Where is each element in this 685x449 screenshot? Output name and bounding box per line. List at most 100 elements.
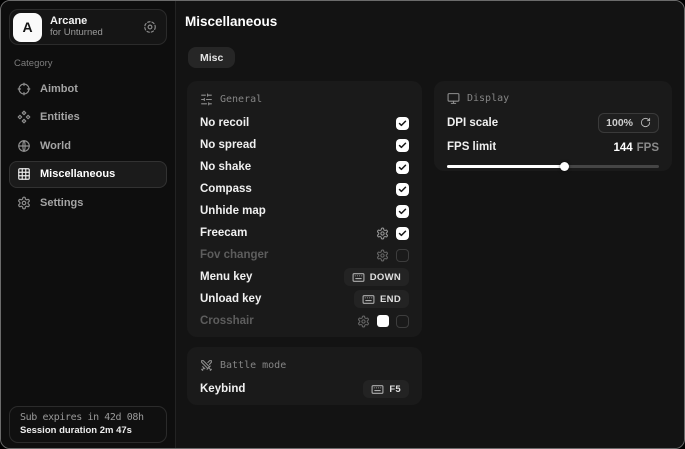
crosshair-icon (17, 82, 31, 96)
keybind-button[interactable]: END (354, 290, 409, 308)
setting-row-unload-key: Unload key END (200, 288, 409, 310)
general-panel-title: General (220, 94, 262, 105)
battle-rows: KeybindF5 (200, 378, 409, 400)
sidebar-item-settings[interactable]: Settings (9, 189, 167, 216)
fps-limit-value-group: 144 FPS (613, 138, 659, 156)
setting-row-no-recoil: No recoil (200, 112, 409, 134)
checkbox-checked[interactable] (396, 117, 409, 130)
setting-controls (396, 139, 409, 152)
globe-icon (17, 139, 31, 153)
display-panel: Display DPI scale 100% FPS limit 144 FPS (434, 81, 672, 171)
dpi-scale-input[interactable]: 100% (598, 113, 659, 133)
keyboard-icon (352, 271, 365, 284)
sidebar-item-label: Miscellaneous (40, 168, 115, 180)
setting-label: No shake (200, 161, 251, 173)
sidebar-item-miscellaneous[interactable]: Miscellaneous (9, 161, 167, 188)
sidebar-item-world[interactable]: World (9, 132, 167, 159)
logo-letter: A (22, 19, 32, 35)
checkbox-unchecked[interactable] (396, 315, 409, 328)
setting-row-freecam: Freecam (200, 222, 409, 244)
sidebar-item-label: World (40, 140, 71, 152)
sidebar-item-aimbot[interactable]: Aimbot (9, 75, 167, 102)
fps-limit-unit: FPS (637, 142, 659, 154)
setting-row-unhide-map: Unhide map (200, 200, 409, 222)
refresh-icon[interactable] (640, 117, 651, 128)
dpi-scale-value: 100% (606, 117, 633, 129)
fps-limit-label: FPS limit (447, 141, 496, 153)
checkbox-checked[interactable] (396, 183, 409, 196)
setting-label: Freecam (200, 227, 247, 239)
gear-icon[interactable] (376, 227, 389, 240)
setting-label: Fov changer (200, 249, 268, 261)
setting-controls (376, 227, 409, 240)
app-window: A Arcane for Unturned Category Aimbot Ent… (0, 0, 685, 449)
keybind-button[interactable]: F5 (363, 380, 409, 398)
general-panel: General No recoil No spread No shake Compas… (187, 81, 422, 337)
sidebar-menu: Aimbot Entities World Miscellaneous Settings (1, 75, 175, 216)
page-title: Miscellaneous (185, 14, 277, 29)
fps-limit-slider[interactable] (447, 161, 659, 171)
brand-title: Arcane (50, 15, 133, 28)
setting-label: Menu key (200, 271, 252, 283)
setting-row-no-shake: No shake (200, 156, 409, 178)
setting-label: Compass (200, 183, 252, 195)
display-panel-header: Display (447, 89, 659, 107)
main-content: Miscellaneous Misc General No recoil No s… (177, 1, 684, 448)
setting-controls: F5 (363, 380, 409, 398)
setting-label: Unhide map (200, 205, 266, 217)
checkbox-checked[interactable] (396, 139, 409, 152)
checkbox-unchecked[interactable] (396, 249, 409, 262)
setting-controls (357, 315, 409, 328)
setting-row-fov-changer: Fov changer (200, 244, 409, 266)
checkbox-checked[interactable] (396, 227, 409, 240)
display-panel-title: Display (467, 93, 509, 104)
checkbox-checked[interactable] (396, 161, 409, 174)
keybind-value: F5 (389, 384, 401, 395)
keybind-value: END (380, 294, 401, 305)
tab-misc[interactable]: Misc (188, 47, 235, 68)
setting-controls (396, 117, 409, 130)
sync-icon[interactable] (143, 20, 157, 34)
setting-controls (396, 205, 409, 218)
slider-thumb[interactable] (560, 162, 569, 171)
subscription-card: Sub expires in 42d 08h Session duration … (9, 406, 167, 443)
battle-mode-panel: Battle mode KeybindF5 (187, 347, 422, 405)
dpi-scale-row: DPI scale 100% (447, 111, 659, 134)
entities-icon (17, 110, 31, 124)
sidebar-item-entities[interactable]: Entities (9, 104, 167, 131)
setting-controls (396, 183, 409, 196)
sidebar-item-label: Entities (40, 111, 80, 123)
setting-controls (376, 249, 409, 262)
category-label: Category (14, 58, 162, 69)
checkbox-checked[interactable] (396, 205, 409, 218)
setting-label: No spread (200, 139, 256, 151)
brand-card: A Arcane for Unturned (9, 9, 167, 45)
keybind-button[interactable]: DOWN (344, 268, 409, 286)
brand-subtitle: for Unturned (50, 28, 133, 39)
setting-row-menu-key: Menu key DOWN (200, 266, 409, 288)
color-swatch[interactable] (377, 315, 389, 327)
setting-controls: DOWN (344, 268, 409, 286)
swords-icon (200, 359, 213, 372)
setting-label: Unload key (200, 293, 261, 305)
fps-limit-value: 144 (613, 142, 632, 154)
sliders-icon (200, 93, 213, 106)
sub-expires-text: Sub expires in 42d 08h (20, 412, 156, 423)
setting-controls (396, 161, 409, 174)
setting-row-compass: Compass (200, 178, 409, 200)
gear-icon[interactable] (357, 315, 370, 328)
gear-icon[interactable] (376, 249, 389, 262)
battle-panel-header: Battle mode (200, 356, 409, 374)
setting-row-crosshair: Crosshair (200, 310, 409, 332)
keyboard-icon (371, 383, 384, 396)
setting-row-no-spread: No spread (200, 134, 409, 156)
monitor-icon (447, 92, 460, 105)
brand-text: Arcane for Unturned (50, 15, 133, 39)
battle-panel-title: Battle mode (220, 360, 286, 371)
general-panel-header: General (200, 90, 409, 108)
slider-fill (447, 165, 564, 168)
sidebar-item-label: Settings (40, 197, 83, 209)
general-rows: No recoil No spread No shake Compass Unhide … (200, 112, 409, 332)
setting-row-keybind: KeybindF5 (200, 378, 409, 400)
keyboard-icon (362, 293, 375, 306)
